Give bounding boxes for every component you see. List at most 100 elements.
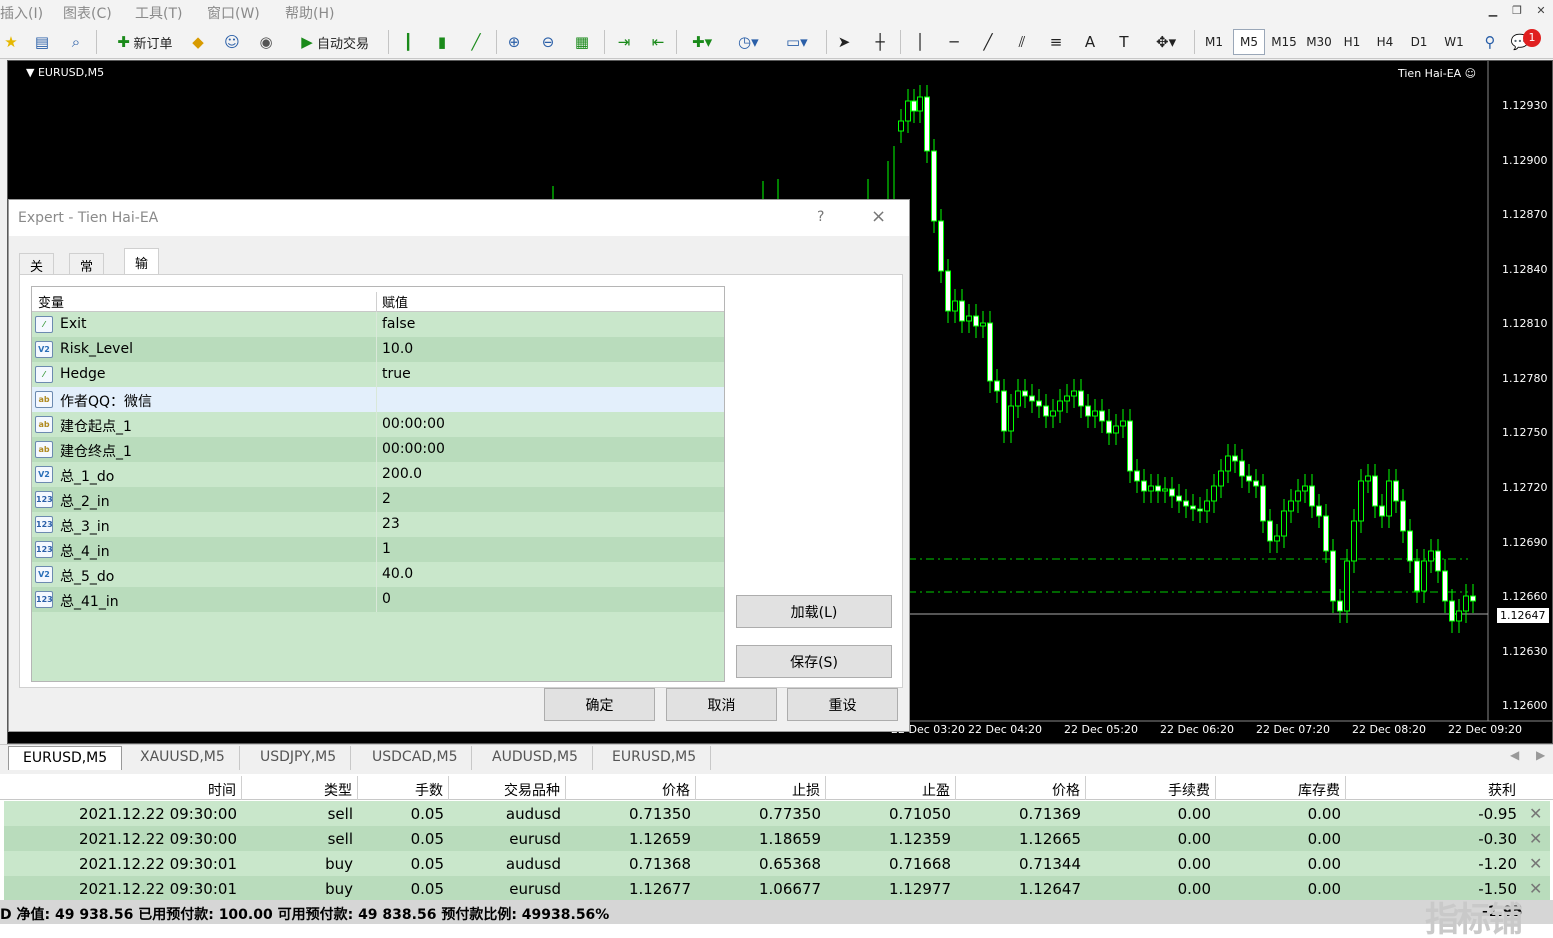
param-row[interactable]: ab 建仓起点_1 00:00:00 [32,412,724,437]
restore-icon[interactable]: ❐ [1506,2,1528,20]
line-chart-icon[interactable]: ╱ [464,29,488,55]
terminal-col-header[interactable]: 价格 [1052,780,1080,800]
save-button[interactable]: 保存(S) [736,645,892,678]
param-value[interactable]: 10.0 [382,341,413,357]
text-icon[interactable]: A [1078,29,1102,55]
terminal-col-header[interactable]: 手数 [415,780,443,800]
tab-inputs[interactable]: 输入参数 [124,248,160,329]
horizontal-line-icon[interactable]: ─ [942,29,966,55]
terminal-col-header[interactable]: 止损 [792,780,820,800]
scroll-left-icon[interactable]: ◀ [1510,748,1519,762]
terminal-col-header[interactable]: 库存费 [1298,780,1340,800]
fibonacci-icon[interactable]: ≡ [1044,29,1068,55]
templates-icon[interactable]: ▭▾ [776,29,816,55]
navigator-icon[interactable]: ⌕ [64,29,88,55]
menu-charts[interactable]: 图表(C) [63,3,112,23]
menu-help[interactable]: 帮助(H) [285,3,334,23]
param-value[interactable]: true [382,366,411,382]
param-row[interactable]: ⁄ Exit false [32,312,724,337]
bar-chart-icon[interactable]: ┃ [396,29,420,55]
param-row[interactable]: V2 总_5_do 40.0 [32,562,724,587]
close-position-icon[interactable]: ✕ [1529,804,1542,823]
terminal-col-header[interactable]: 获利 [1488,780,1516,800]
load-button[interactable]: 加载(L) [736,595,892,628]
tile-windows-icon[interactable]: ▦ [570,29,594,55]
terminal-col-header[interactable]: 手续费 [1168,780,1210,800]
menu-tools[interactable]: 工具(T) [135,3,182,23]
zoom-out-icon[interactable]: ⊖ [536,29,560,55]
auto-trading-button[interactable]: ▶ 自动交易 [286,29,380,55]
trendline-icon[interactable]: ╱ [976,29,1000,55]
close-position-icon[interactable]: ✕ [1529,829,1542,848]
terminal-col-header[interactable]: 类型 [324,780,352,800]
param-row[interactable]: 123 总_3_in 23 [32,512,724,537]
tab-audusd-m5[interactable]: AUDUSD,M5 [478,746,593,770]
timeframe-w1[interactable]: W1 [1438,29,1470,55]
tab-eurusd-m5-2[interactable]: EURUSD,M5 [598,746,712,770]
tab-xauusd-m5[interactable]: XAUUSD,M5 [126,746,240,770]
periods-icon[interactable]: ◷▾ [730,29,766,55]
param-value[interactable]: 2 [382,491,391,507]
param-row[interactable]: ab 作者QQ：微信 [32,387,724,412]
timeframe-h1[interactable]: H1 [1336,29,1368,55]
search-icon[interactable]: ⚲ [1478,29,1502,55]
tab-usdcad-m5[interactable]: USDCAD,M5 [358,746,473,770]
timeframe-h4[interactable]: H4 [1369,29,1401,55]
param-row[interactable]: ⁄ Hedge true [32,362,724,387]
vertical-line-icon[interactable]: │ [908,29,932,55]
dialog-close-icon[interactable]: × [871,206,886,227]
scroll-right-icon[interactable]: ▶ [1536,748,1545,762]
table-row[interactable]: 2021.12.22 09:30:01 buy 0.05 eurusd 1.12677 1… [4,876,1550,901]
candle-chart-icon[interactable]: ▮ [430,29,454,55]
indicators-icon[interactable]: ✚▾ [684,29,720,55]
param-row[interactable]: 123 总_2_in 2 [32,487,724,512]
tab-usdjpy-m5[interactable]: USDJPY,M5 [246,746,352,770]
param-value[interactable]: 0 [382,591,391,607]
param-value[interactable]: 00:00:00 [382,441,445,457]
cancel-button[interactable]: 取消 [666,688,777,721]
arrows-icon[interactable]: ✥▾ [1146,29,1186,55]
param-row[interactable]: V2 Risk_Level 10.0 [32,337,724,362]
minimize-icon[interactable]: ▁ [1482,2,1504,20]
param-value[interactable]: 1 [382,541,391,557]
param-row[interactable]: ab 建仓终点_1 00:00:00 [32,437,724,462]
close-position-icon[interactable]: ✕ [1529,879,1542,898]
param-value[interactable]: 40.0 [382,566,413,582]
text-label-icon[interactable]: T [1112,29,1136,55]
param-row[interactable]: 123 总_41_in 0 [32,587,724,612]
param-value[interactable]: 200.0 [382,466,422,482]
chart-shift-icon[interactable]: ⇤ [646,29,670,55]
terminal-col-header[interactable]: 交易品种 [504,780,560,800]
close-position-icon[interactable]: ✕ [1529,854,1542,873]
menu-insert[interactable]: 插入(I) [0,3,43,23]
market-watch-icon[interactable]: ▤ [30,29,54,55]
signals-icon[interactable]: ☺ [220,29,244,55]
autoscroll-icon[interactable]: ⇥ [612,29,636,55]
timeframe-d1[interactable]: D1 [1403,29,1435,55]
reset-button[interactable]: 重设 [787,688,898,721]
table-row[interactable]: 2021.12.22 09:30:00 sell 0.05 audusd 0.71350… [4,801,1550,826]
tab-eurusd-m5[interactable]: EURUSD,M5 [8,746,123,770]
timeframe-m15[interactable]: M15 [1267,29,1301,55]
timeframe-m1[interactable]: M1 [1198,29,1230,55]
ok-button[interactable]: 确定 [544,688,655,721]
close-icon[interactable]: ✕ [1530,2,1552,20]
help-icon[interactable]: ? [817,209,824,225]
cursor-icon[interactable]: ➤ [832,29,856,55]
param-value[interactable]: false [382,316,415,332]
menu-window[interactable]: 窗口(W) [207,3,260,23]
tab-common[interactable]: 常用 [69,253,105,294]
terminal-col-header[interactable]: 价格 [662,780,690,800]
table-row[interactable]: 2021.12.22 09:30:01 buy 0.05 audusd 0.71368 0… [4,851,1550,876]
vps-icon[interactable]: ◉ [254,29,278,55]
timeframe-m5[interactable]: M5 [1233,29,1265,55]
param-value[interactable]: 23 [382,516,400,532]
gold-icon[interactable]: ◆ [186,29,210,55]
param-row[interactable]: V2 总_1_do 200.0 [32,462,724,487]
param-row[interactable]: 123 总_4_in 1 [32,537,724,562]
terminal-col-header[interactable]: 时间 [208,780,236,800]
table-row[interactable]: 2021.12.22 09:30:00 sell 0.05 eurusd 1.12659… [4,826,1550,851]
crosshair-icon[interactable]: ┼ [868,29,892,55]
timeframe-m30[interactable]: M30 [1302,29,1336,55]
new-order-button[interactable]: ✚ 新订单 [104,29,182,55]
